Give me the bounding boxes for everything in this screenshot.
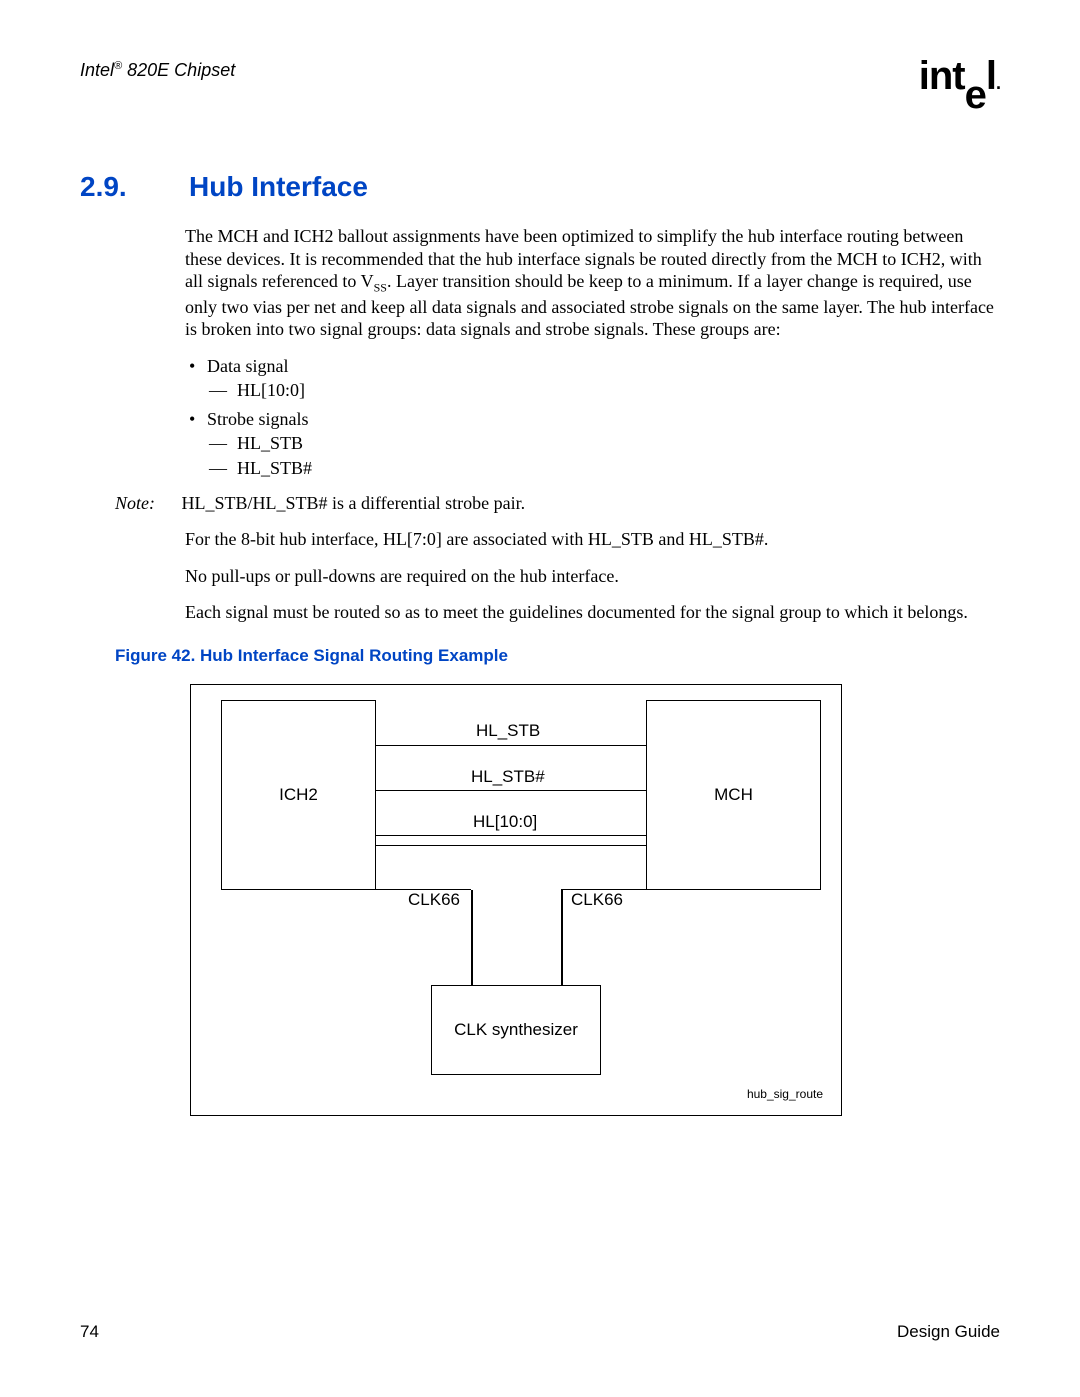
intel-logo: intel. [919,60,1000,101]
data-signal-label: Data signal [207,356,288,376]
strobe-signals-sublist: HL_STB HL_STB# [207,432,1000,479]
ich2-box: ICH2 [221,700,376,890]
clk66-right-line [561,890,563,985]
figure-reference: hub_sig_route [747,1087,823,1101]
strobe-signals-label: Strobe signals [207,409,309,429]
list-item: HL_STB# [237,457,1000,480]
page-header: Intel® 820E Chipset intel. [80,60,1000,101]
note-row: Note: HL_STB/HL_STB# is a differential s… [115,493,1000,514]
figure-caption: Figure 42. Hub Interface Signal Routing … [115,646,1000,666]
vss-subscript: SS [374,281,387,295]
clk66-right-label: CLK66 [571,890,623,910]
intro-paragraph: The MCH and ICH2 ballout assignments hav… [185,225,1000,341]
clk-synthesizer-box: CLK synthesizer [431,985,601,1075]
clk66-left-line [471,890,473,985]
hl-bus-line-bot [376,845,646,847]
page: Intel® 820E Chipset intel. 2.9. Hub Inte… [0,0,1080,1397]
hl-stbn-line [376,790,646,792]
page-footer: 74 Design Guide [80,1322,1000,1342]
logo-dot: . [996,73,1000,93]
list-item: Strobe signals HL_STB HL_STB# [207,408,1000,480]
registered-mark: ® [114,60,122,72]
hl-bus-label: HL[10:0] [473,812,537,832]
body-content: The MCH and ICH2 ballout assignments hav… [185,225,1000,479]
guide-paragraph: Each signal must be routed so as to meet… [185,601,1000,624]
hl-stb-line [376,745,646,747]
data-signal-sublist: HL[10:0] [207,379,1000,402]
list-item: Data signal HL[10:0] [207,355,1000,402]
hl-stb-label: HL_STB [476,721,540,741]
note-text: HL_STB/HL_STB# is a differential strobe … [182,493,526,513]
signal-groups-list: Data signal HL[10:0] Strobe signals HL_S… [185,355,1000,480]
page-number: 74 [80,1322,99,1342]
doc-title-prefix: Intel [80,60,114,80]
note-label: Note: [115,493,177,514]
section-number: 2.9. [80,171,185,203]
list-item: HL[10:0] [237,379,1000,402]
clk66-left-label: CLK66 [408,890,460,910]
hub-interface-diagram: ICH2 MCH CLK synthesizer HL_STB HL_STB# … [190,684,842,1116]
hl-bus-line-top [376,835,646,837]
body-content-2: For the 8-bit hub interface, HL[7:0] are… [185,528,1000,624]
doc-title: Intel® 820E Chipset [80,60,235,81]
design-guide-label: Design Guide [897,1322,1000,1342]
doc-title-suffix: 820E Chipset [122,60,235,80]
assoc-paragraph: For the 8-bit hub interface, HL[7:0] are… [185,528,1000,551]
mch-box: MCH [646,700,821,890]
section-title: Hub Interface [189,171,368,202]
pulls-paragraph: No pull-ups or pull-downs are required o… [185,565,1000,588]
hl-stbn-label: HL_STB# [471,767,545,787]
section-heading: 2.9. Hub Interface [80,171,1000,203]
list-item: HL_STB [237,432,1000,455]
